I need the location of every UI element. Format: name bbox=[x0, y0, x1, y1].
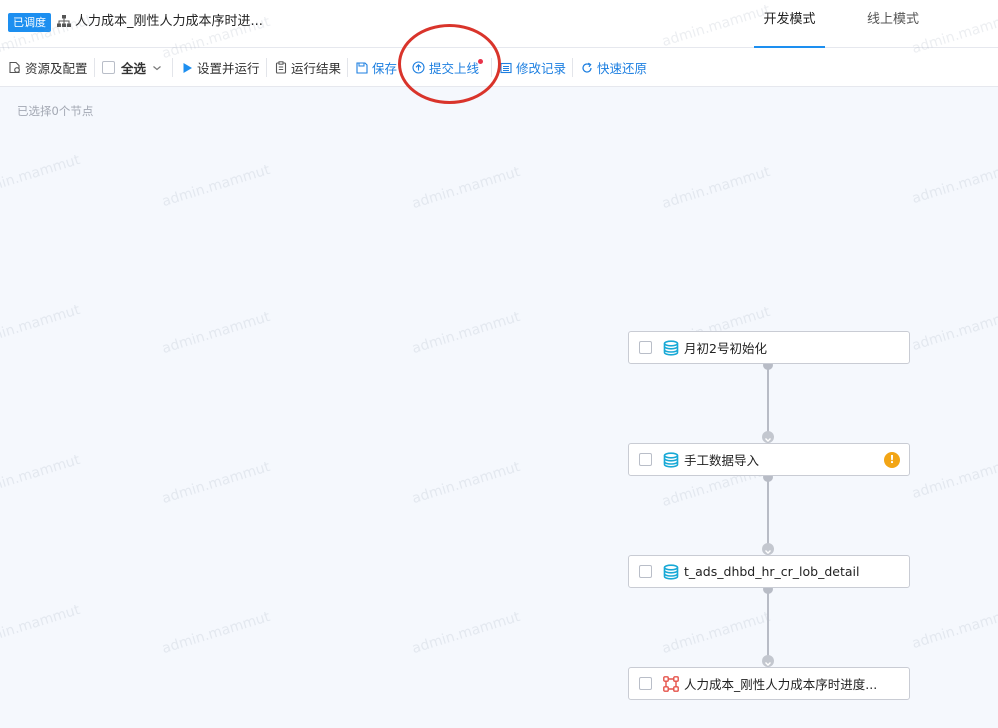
upload-circle-icon bbox=[412, 61, 425, 74]
refresh-icon bbox=[582, 62, 592, 73]
divider bbox=[347, 58, 348, 77]
watermark: admin.mammut bbox=[160, 608, 273, 658]
database-icon bbox=[663, 563, 679, 580]
tab-label: 开发模式 bbox=[763, 12, 816, 27]
watermark: admin.mammut bbox=[160, 308, 273, 358]
resources-config-button[interactable]: 资源及配置 bbox=[8, 48, 88, 87]
watermark: admin.mammut bbox=[410, 163, 523, 213]
watermark: admin.mammut bbox=[410, 458, 523, 508]
watermark: admin.mammut bbox=[910, 158, 998, 208]
page-title: 人力成本_刚性人力成本序时进... bbox=[75, 14, 263, 29]
save-icon bbox=[356, 61, 368, 74]
node-label: t_ads_dhbd_hr_cr_lob_detail bbox=[684, 564, 860, 579]
tab-online-mode[interactable]: 线上模式 bbox=[858, 0, 928, 48]
select-all-dropdown[interactable]: 全选 bbox=[102, 48, 166, 87]
play-icon bbox=[183, 62, 192, 73]
divider bbox=[572, 58, 573, 77]
chevron-down-icon bbox=[153, 65, 161, 70]
divider bbox=[94, 58, 95, 77]
watermark: admin.mammut bbox=[910, 305, 998, 355]
setup-run-label: 设置并运行 bbox=[197, 61, 260, 76]
node-label: 人力成本_刚性人力成本序时进度... bbox=[684, 677, 878, 692]
notification-dot bbox=[478, 59, 483, 64]
save-button[interactable]: 保存 bbox=[356, 48, 397, 87]
watermark: admin.mammut bbox=[410, 608, 523, 658]
tab-dev-mode[interactable]: 开发模式 bbox=[754, 0, 825, 48]
watermark: admin.mammut bbox=[0, 451, 83, 501]
flow-node[interactable]: 月初2号初始化 bbox=[628, 331, 910, 364]
run-result-label: 运行结果 bbox=[291, 61, 342, 76]
watermark: admin.mammut bbox=[660, 163, 773, 213]
select-all-checkbox[interactable] bbox=[102, 61, 115, 74]
quick-restore-button[interactable]: 快速还原 bbox=[581, 48, 647, 87]
status-badge: 已调度 bbox=[8, 13, 51, 32]
edge-arrow-icon bbox=[762, 543, 774, 555]
flow-node[interactable]: 手工数据导入 ! bbox=[628, 443, 910, 476]
watermark: admin.mammut bbox=[0, 601, 83, 651]
history-label: 修改记录 bbox=[516, 61, 567, 76]
watermark: admin.mammut bbox=[160, 458, 273, 508]
node-checkbox[interactable] bbox=[639, 341, 652, 354]
modify-history-button[interactable]: 修改记录 bbox=[500, 48, 566, 87]
divider bbox=[172, 58, 173, 77]
watermark: admin.mammut bbox=[0, 301, 83, 351]
run-result-button[interactable]: 运行结果 bbox=[275, 48, 341, 87]
resources-label: 资源及配置 bbox=[25, 61, 88, 76]
flow-node[interactable]: 人力成本_刚性人力成本序时进度... bbox=[628, 667, 910, 700]
edge-arrow-icon bbox=[762, 655, 774, 667]
watermark: admin.mammut bbox=[660, 608, 773, 658]
flow-node[interactable]: t_ads_dhbd_hr_cr_lob_detail bbox=[628, 555, 910, 588]
database-icon bbox=[663, 451, 679, 468]
node-checkbox[interactable] bbox=[639, 677, 652, 690]
header: 已调度 人力成本_刚性人力成本序时进... 开发模式 线上模式 bbox=[0, 0, 998, 48]
select-all-label: 全选 bbox=[121, 61, 147, 76]
watermark: admin.mammut bbox=[910, 453, 998, 503]
database-icon bbox=[663, 339, 679, 356]
node-checkbox[interactable] bbox=[639, 565, 652, 578]
watermark: admin.mammut bbox=[910, 603, 998, 653]
watermark: admin.mammut bbox=[410, 308, 523, 358]
toolbar: 资源及配置 全选 设置并运行 运行结果 保存 提交上线 修改记录 快速还原 bbox=[0, 48, 998, 87]
config-icon bbox=[9, 61, 20, 74]
save-label: 保存 bbox=[372, 61, 398, 76]
node-checkbox[interactable] bbox=[639, 453, 652, 466]
warning-icon[interactable]: ! bbox=[884, 452, 900, 468]
hierarchy-icon bbox=[57, 15, 71, 27]
clipboard-icon bbox=[275, 61, 287, 74]
tab-label: 线上模式 bbox=[866, 12, 919, 27]
edge-arrow-icon bbox=[762, 431, 774, 443]
watermark: admin.mammut bbox=[0, 151, 83, 201]
node-label: 月初2号初始化 bbox=[684, 341, 767, 356]
submit-online-button[interactable]: 提交上线 bbox=[412, 48, 479, 87]
setup-and-run-button[interactable]: 设置并运行 bbox=[182, 48, 260, 87]
selected-nodes-info: 已选择0个节点 bbox=[17, 104, 94, 118]
node-label: 手工数据导入 bbox=[684, 453, 760, 468]
divider bbox=[491, 58, 492, 77]
workflow-icon bbox=[663, 675, 679, 692]
watermark: admin.mammut bbox=[160, 161, 273, 211]
list-icon bbox=[500, 62, 512, 73]
restore-label: 快速还原 bbox=[597, 61, 648, 76]
submit-label: 提交上线 bbox=[429, 61, 480, 76]
divider bbox=[266, 58, 267, 77]
